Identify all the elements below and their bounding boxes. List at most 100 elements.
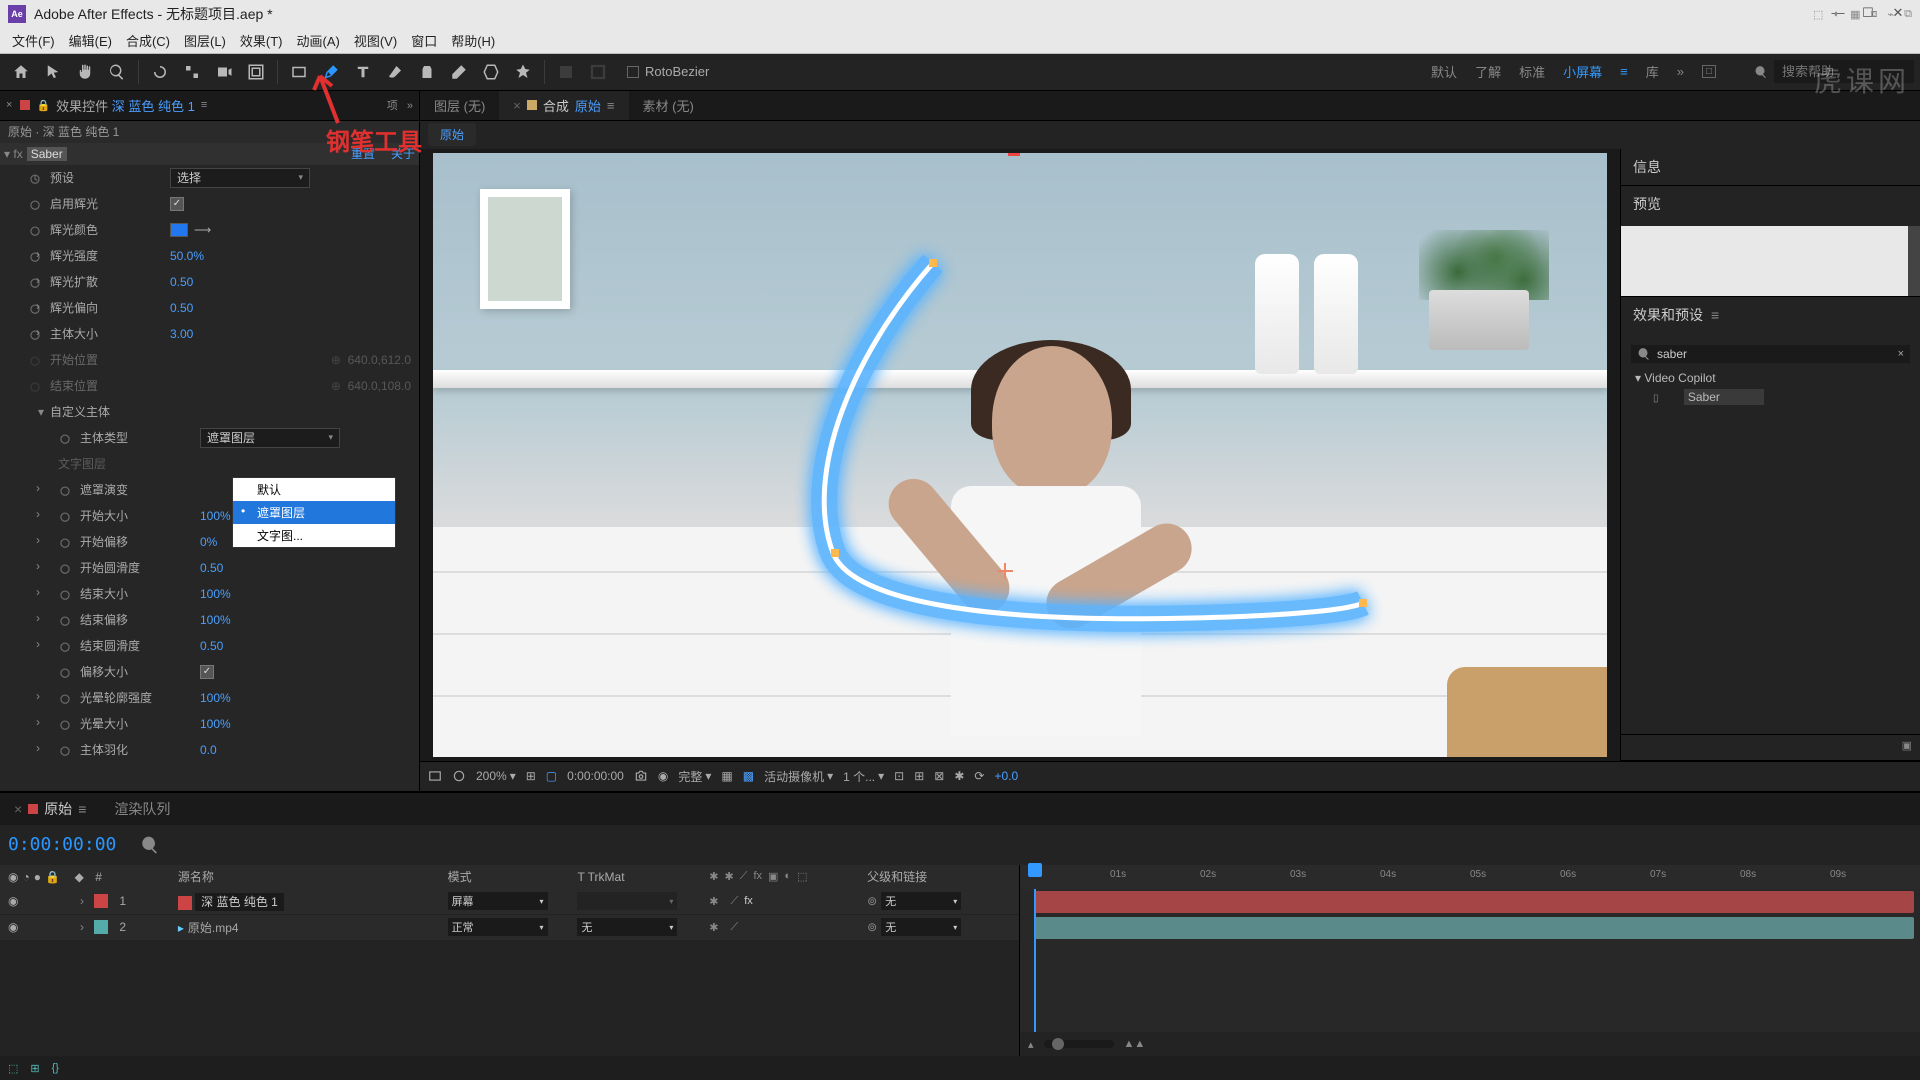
workspace-library[interactable]: 库	[1646, 62, 1659, 81]
stopwatch-icon[interactable]	[28, 249, 42, 263]
zoom-level[interactable]: 200% ▾	[476, 769, 516, 783]
dropdown-option-mask-layer[interactable]: •遮罩图层	[233, 501, 395, 524]
stopwatch-icon[interactable]	[28, 353, 42, 367]
sub-tab-original[interactable]: 原始	[428, 123, 476, 146]
roto-tool[interactable]	[476, 57, 506, 87]
tab-composition[interactable]: ×合成 原始 ≡	[499, 91, 628, 120]
toggle-alpha-icon[interactable]: ▩	[743, 769, 754, 783]
end-size-value[interactable]: 100%	[200, 587, 231, 601]
tab-layer[interactable]: 图层 (无)	[420, 91, 499, 120]
menu-help[interactable]: 帮助(H)	[445, 29, 501, 52]
stopwatch-icon[interactable]	[58, 587, 72, 601]
project-tab-stub[interactable]: 项	[387, 100, 398, 112]
color-management-icon[interactable]: ◉	[658, 769, 668, 783]
layer-2-parent-dropdown[interactable]: 无▾	[881, 918, 961, 936]
eyedropper-icon[interactable]: ⟶	[194, 223, 211, 237]
camera-tool[interactable]	[209, 57, 239, 87]
stopwatch-icon[interactable]	[58, 665, 72, 679]
rotate-tool[interactable]	[177, 57, 207, 87]
workspace-learn[interactable]: 了解	[1475, 62, 1501, 81]
transparency-grid-icon[interactable]: ▦	[721, 769, 732, 783]
pan-behind-tool[interactable]	[241, 57, 271, 87]
current-time[interactable]: 0:00:00:00	[567, 769, 624, 783]
zoom-in-icon[interactable]: ▲▲	[1124, 1038, 1146, 1050]
tl-opt-mb-icon[interactable]: ◐	[1833, 8, 1840, 21]
region-icon[interactable]: ▢	[546, 769, 557, 783]
core-feather-value[interactable]: 0.0	[200, 743, 217, 757]
layer-2-mode-dropdown[interactable]: 正常▾	[448, 918, 548, 936]
puppet-tool[interactable]	[508, 57, 538, 87]
zoom-tool[interactable]	[102, 57, 132, 87]
stopwatch-icon[interactable]	[28, 223, 42, 237]
workspace-standard[interactable]: 标准	[1519, 62, 1545, 81]
layer-row-1[interactable]: ◉› 1 深 蓝色 纯色 1 屏幕▾ ▾ ✱⟋fx ⊚无▾	[0, 889, 1019, 915]
home-button[interactable]	[6, 57, 36, 87]
zoom-out-icon[interactable]: ▴	[1028, 1038, 1034, 1051]
timeline-tab-render-queue[interactable]: 渲染队列	[100, 793, 184, 825]
effect-tab-close[interactable]: ×	[6, 99, 12, 111]
pen-tool[interactable]	[316, 57, 346, 87]
toggle-modes-icon[interactable]: ⊞	[30, 1062, 39, 1075]
stopwatch-icon[interactable]	[58, 483, 72, 497]
end-round-value[interactable]: 0.50	[200, 639, 223, 653]
layer-row-2[interactable]: ◉› 2 ▸原始.mp4 正常▾ 无▾ ✱⟋ ⊚无▾	[0, 915, 1019, 941]
brush-tool[interactable]	[380, 57, 410, 87]
glow-intensity-value[interactable]: 50.0%	[170, 249, 204, 263]
rectangle-tool[interactable]	[284, 57, 314, 87]
view-opt4-icon[interactable]: ✱	[954, 769, 964, 783]
toggle-mask-icon[interactable]	[452, 769, 466, 783]
stopwatch-icon[interactable]	[58, 717, 72, 731]
layer-1-trkmat-dropdown[interactable]: ▾	[577, 892, 677, 910]
end-pos-value[interactable]: 640.0,108.0	[348, 379, 411, 393]
toggle-switches-icon[interactable]: ⬚	[8, 1062, 18, 1075]
stopwatch-icon[interactable]	[58, 613, 72, 627]
tl-opt-frame-blend-icon[interactable]: ▦	[1850, 8, 1860, 21]
tab-footage[interactable]: 素材 (无)	[629, 91, 708, 120]
halo-intensity-value[interactable]: 100%	[200, 691, 231, 705]
col-source-name[interactable]: 源名称	[170, 868, 440, 885]
clone-tool[interactable]	[412, 57, 442, 87]
menu-animation[interactable]: 动画(A)	[291, 29, 346, 52]
timeline-ruler[interactable]: 01s 02s 03s 04s 05s 06s 07s 08s 09s	[1020, 865, 1920, 889]
stopwatch-icon[interactable]	[58, 431, 72, 445]
workspace-menu-icon[interactable]: ≡	[1620, 64, 1628, 79]
display-options-icon[interactable]	[428, 769, 442, 783]
tl-opt-graph-icon[interactable]: ⌁	[1888, 8, 1895, 21]
tl-opt-shy-icon[interactable]: ⬚	[1813, 8, 1823, 21]
timeline-tab-original[interactable]: ×原始≡	[0, 793, 100, 825]
eraser-tool[interactable]	[444, 57, 474, 87]
panel-menu-icon[interactable]: ≡	[201, 99, 207, 111]
menu-composition[interactable]: 合成(C)	[120, 29, 176, 52]
hand-tool[interactable]	[70, 57, 100, 87]
menu-file[interactable]: 文件(F)	[6, 29, 61, 52]
menu-edit[interactable]: 编辑(E)	[63, 29, 118, 52]
view-opt2-icon[interactable]: ⊞	[914, 769, 924, 783]
end-offset-value[interactable]: 100%	[200, 613, 231, 627]
fx-item-saber[interactable]: Saber	[1684, 389, 1764, 405]
stopwatch-icon[interactable]	[28, 275, 42, 289]
layer-1-parent-dropdown[interactable]: 无▾	[881, 892, 961, 910]
dropdown-option-text-layer[interactable]: 文字图...	[233, 524, 395, 547]
resolution-toggle-icon[interactable]: ⊞	[526, 769, 536, 783]
tl-opt-link-icon[interactable]: ⧉	[1904, 8, 1912, 21]
clear-search-icon[interactable]: ×	[1898, 348, 1904, 360]
panel-effects-presets[interactable]: 效果和预设≡	[1621, 297, 1920, 333]
dropdown-option-default[interactable]: 默认	[233, 478, 395, 501]
menu-effect[interactable]: 效果(T)	[234, 29, 289, 52]
stopwatch-icon[interactable]	[58, 639, 72, 653]
stopwatch-icon[interactable]	[28, 327, 42, 341]
stopwatch-icon[interactable]	[28, 301, 42, 315]
start-offset-value[interactable]: 0%	[200, 535, 217, 549]
stopwatch-icon[interactable]	[58, 743, 72, 757]
effects-search-input[interactable]	[1657, 347, 1892, 361]
stopwatch-icon[interactable]	[58, 535, 72, 549]
exposure-control[interactable]: +0.0	[994, 769, 1018, 783]
core-size-value[interactable]: 3.00	[170, 327, 193, 341]
menu-window[interactable]: 窗口	[405, 29, 443, 52]
preset-dropdown[interactable]: 选择▾	[170, 168, 310, 188]
enable-glow-checkbox[interactable]: ✓	[170, 197, 184, 211]
stopwatch-icon[interactable]	[58, 509, 72, 523]
stroke-swatch[interactable]	[583, 57, 613, 87]
stopwatch-icon[interactable]	[58, 691, 72, 705]
glow-spread-value[interactable]: 0.50	[170, 275, 193, 289]
